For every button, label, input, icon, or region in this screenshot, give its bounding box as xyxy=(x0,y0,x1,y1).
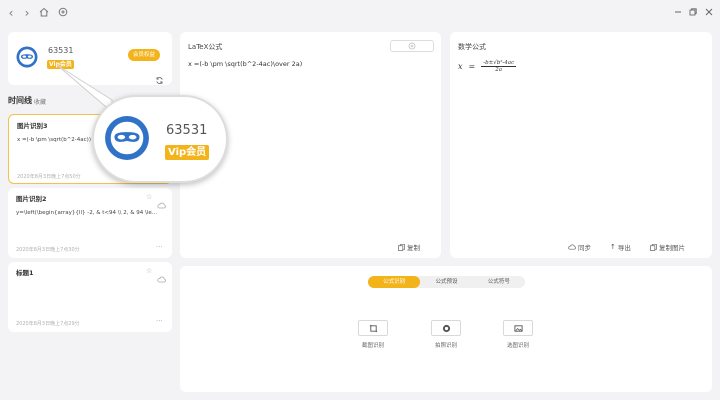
chevron-right-icon[interactable]: › xyxy=(20,5,34,21)
formula-denominator: 2a xyxy=(495,67,503,73)
tools-panel: 公式识别 公式预设 公式符号 截图识别 拍照识别 选图识别 xyxy=(180,266,712,392)
copy-icon xyxy=(398,243,405,251)
export-button[interactable]: ↑ 导出 xyxy=(610,242,631,252)
history-item-date: 2020年8月3日晚上7点29分 xyxy=(16,321,80,327)
image-recognition-label: 选图识别 xyxy=(506,343,529,349)
more-icon[interactable]: ··· xyxy=(156,243,163,251)
close-icon[interactable] xyxy=(702,5,716,21)
arrow-up-icon: ↑ xyxy=(610,243,616,251)
star-icon[interactable]: ☆ xyxy=(146,193,152,201)
copy-label: 复制 xyxy=(407,244,420,252)
copy-image-button[interactable]: 复制图片 xyxy=(650,242,685,252)
tab-formula-presets[interactable]: 公式预设 xyxy=(420,276,472,288)
history-item-title: 图片识别3 xyxy=(17,122,48,130)
history-item-content: y=\left(\begin{array}{ll} -2, & t<94 \\ … xyxy=(16,210,157,216)
tab-formula-symbols[interactable]: 公式符号 xyxy=(473,276,525,288)
cloud-icon[interactable] xyxy=(157,268,166,287)
home-icon[interactable] xyxy=(37,5,51,21)
history-item-date: 2020年8月3日晚上7点50分 xyxy=(17,174,81,180)
latex-copy-button[interactable]: 复制 xyxy=(398,242,420,252)
history-item-title: 标题1 xyxy=(16,269,34,277)
tab-favorites[interactable]: 收藏 xyxy=(34,97,46,106)
math-title: 数学公式 xyxy=(458,43,486,51)
minimize-icon[interactable] xyxy=(671,5,685,21)
tab-formula-recognition[interactable]: 公式识别 xyxy=(368,276,421,288)
user-name: 63531 xyxy=(48,46,74,55)
camera-icon xyxy=(442,324,450,332)
user-card: 63531 Vip会员 会员权益 xyxy=(8,32,172,85)
photo-recognition-label: 拍照识别 xyxy=(434,343,457,349)
photo-recognition-button[interactable] xyxy=(431,320,461,336)
latex-options-button[interactable] xyxy=(390,40,434,52)
sync-button[interactable]: 同步 xyxy=(568,242,591,252)
formula-numerator: -b±√b²-4ac xyxy=(481,60,517,67)
avatar[interactable] xyxy=(16,46,38,68)
formula-lhs: x xyxy=(458,62,463,71)
image-recognition-button[interactable] xyxy=(503,320,533,336)
latex-code[interactable]: x =(-b \pm \sqrt(b^2-4ac)\over 2a) xyxy=(188,60,428,68)
image-icon xyxy=(513,324,523,332)
copy-icon xyxy=(650,243,657,251)
copy-image-label: 复制图片 xyxy=(659,244,685,252)
history-item-date: 2020年8月3日晚上7点30分 xyxy=(16,247,80,253)
vip-badge: Vip会员 xyxy=(47,60,74,69)
history-item-content: x =(-b \pm \sqrt(b^2-4ac)) xyxy=(17,137,91,143)
plus-circle-icon[interactable] xyxy=(56,5,70,21)
screenshot-icon xyxy=(369,324,377,332)
screenshot-recognition-label: 截图识别 xyxy=(361,343,384,349)
star-icon[interactable]: ☆ xyxy=(146,267,152,275)
history-item[interactable]: 图片识别2 ☆ y=\left(\begin{array}{ll} -2, & … xyxy=(8,188,172,258)
sync-label: 同步 xyxy=(578,244,591,252)
latex-title: LaTeX公式 xyxy=(188,43,223,51)
title-bar: ‹ › xyxy=(0,0,720,26)
refresh-icon[interactable] xyxy=(155,70,164,89)
screenshot-recognition-button[interactable] xyxy=(358,320,388,336)
history-item[interactable]: 标题1 ☆ 2020年8月3日晚上7点29分 ··· xyxy=(8,262,172,332)
cloud-icon xyxy=(568,244,576,250)
chevron-left-icon[interactable]: ‹ xyxy=(4,5,18,21)
history-item-title: 图片识别2 xyxy=(16,195,47,203)
history-item[interactable]: 图片识别3 x =(-b \pm \sqrt(b^2-4ac)) 2020年8月… xyxy=(8,114,172,184)
tab-timeline[interactable]: 时间线 xyxy=(8,95,32,106)
tool-tabs: 公式识别 公式预设 公式符号 xyxy=(368,276,525,288)
latex-panel: LaTeX公式 x =(-b \pm \sqrt(b^2-4ac)\over 2… xyxy=(180,32,441,258)
rendered-formula: x = -b±√b²-4ac 2a xyxy=(458,60,517,73)
more-icon[interactable]: ··· xyxy=(156,317,163,325)
member-benefits-button[interactable]: 会员权益 xyxy=(128,49,161,61)
export-label: 导出 xyxy=(617,244,631,252)
math-panel: 数学公式 x = -b±√b²-4ac 2a 同步 ↑ 导出 复制图片 xyxy=(450,32,712,258)
restore-icon[interactable] xyxy=(686,5,700,21)
